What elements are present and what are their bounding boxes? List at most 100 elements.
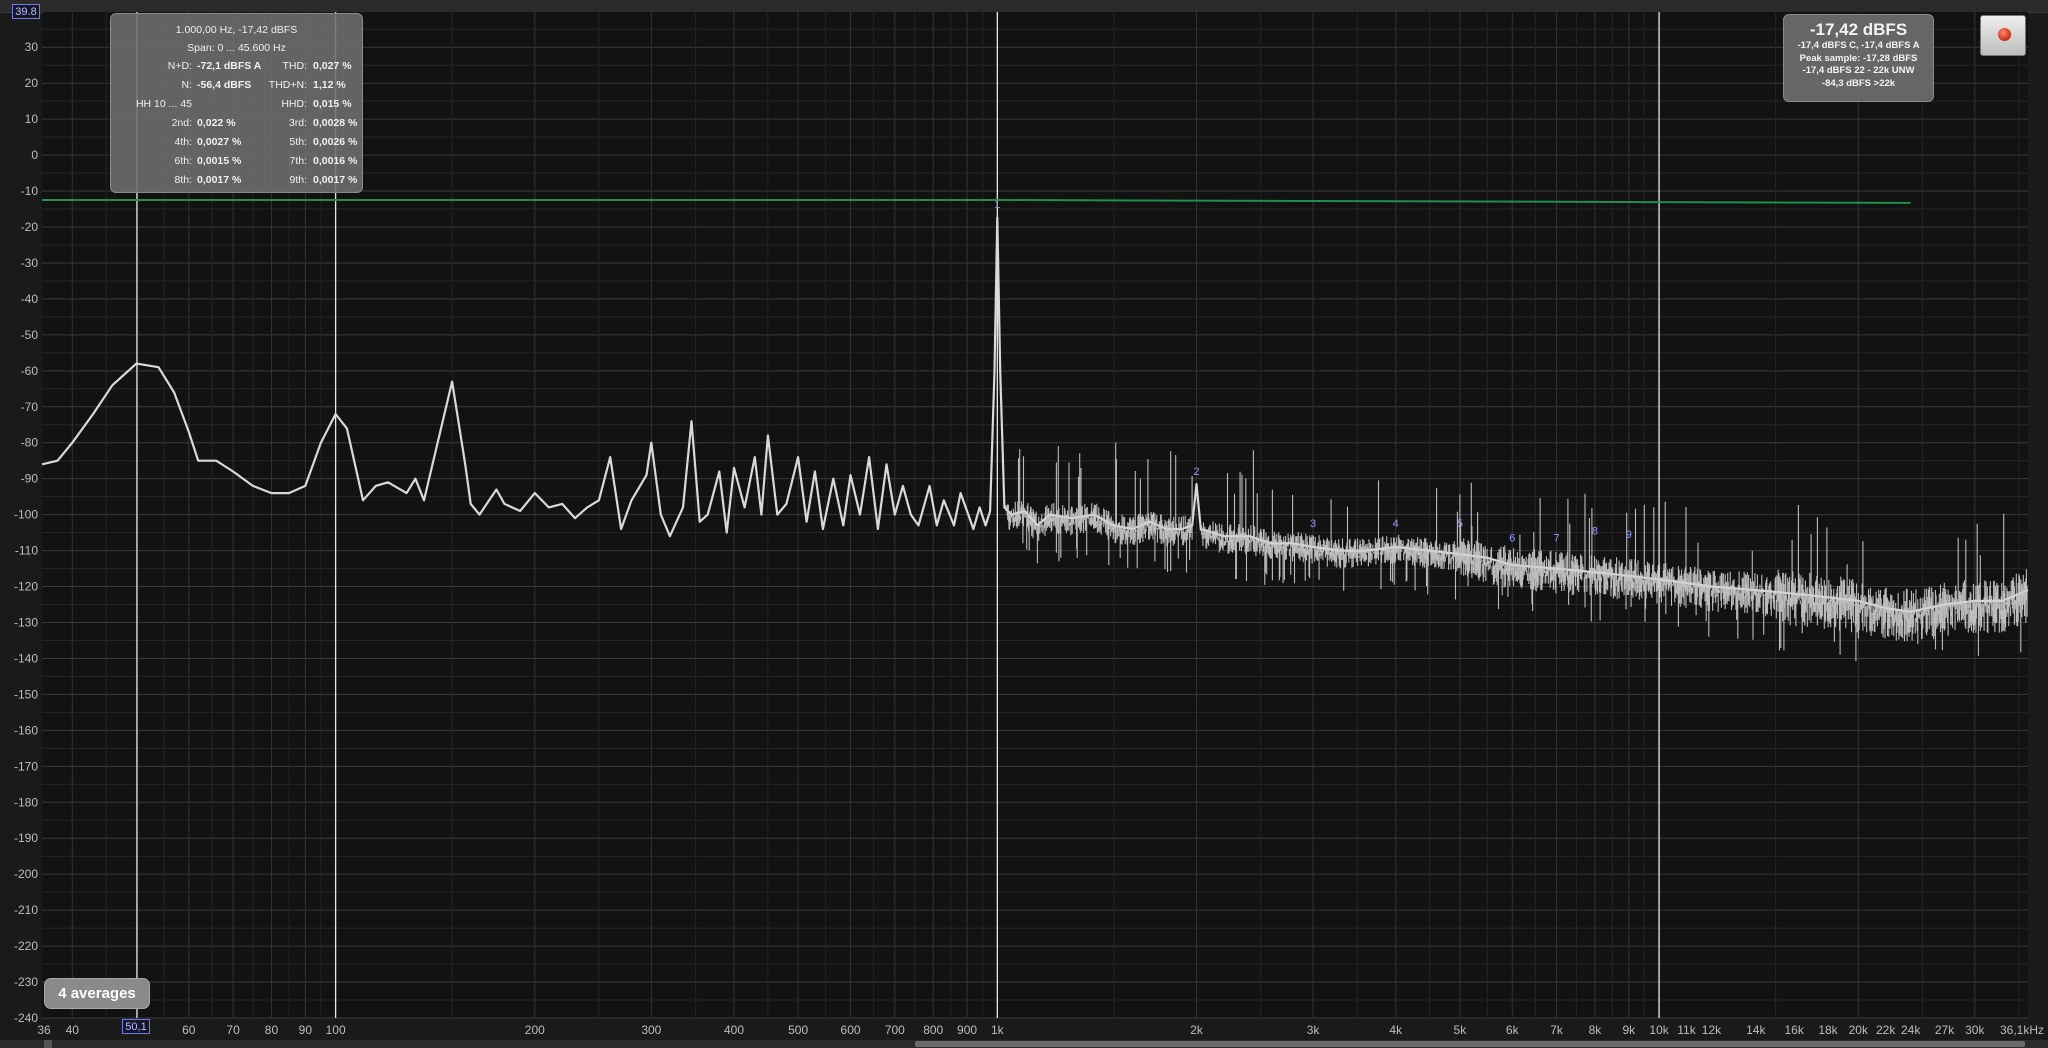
level-readout-box: -17,42 dBFS -17,4 dBFS C, -17,4 dBFS A P… (1783, 14, 1934, 102)
level-line: -17,4 dBFS 22 - 22k UNW (1802, 65, 1915, 76)
info-key: THD: (282, 60, 308, 72)
y-tick-label: -90 (21, 472, 39, 486)
x-tick-label: 90 (299, 1023, 313, 1037)
x-tick-label: 600 (841, 1023, 861, 1037)
level-main-value: -17,42 dBFS (1809, 20, 1908, 39)
info-row: 8th: 0,0017 % 9th: 0,0017 % (111, 171, 362, 190)
x-tick-label: 300 (641, 1023, 661, 1037)
horizontal-scrollbar[interactable] (0, 1040, 2048, 1048)
info-key: 2nd: (171, 117, 192, 129)
harmonic-marker-label: 6 (1509, 533, 1515, 545)
info-key: THD+N: (268, 79, 307, 91)
info-value: 0,0015 % (197, 155, 242, 167)
y-tick-label: -60 (21, 364, 39, 378)
y-tick-label: 10 (25, 112, 39, 126)
info-row: 6th: 0,0015 % 7th: 0,0016 % (111, 152, 362, 171)
info-key: 8th: (174, 174, 192, 186)
x-tick-label: 5k (1454, 1023, 1468, 1037)
info-key: 7th: (289, 155, 307, 167)
level-line: Peak sample: -17,28 dBFS (1799, 52, 1918, 64)
harmonic-marker-label: 4 (1393, 518, 1399, 530)
info-key: 4th: (174, 136, 192, 148)
y-axis-top-value[interactable]: 39.8 (12, 4, 40, 19)
info-title: 1.000,00 Hz, -17,42 dBFS (175, 24, 298, 36)
x-tick-label: 100 (326, 1023, 346, 1037)
info-row: HH 10 ... 45 HHD: 0,015 % (111, 95, 362, 114)
y-tick-label: -50 (21, 328, 39, 342)
distortion-info-box: 1.000,00 Hz, -17,42 dBFS Span: 0 ... 45.… (110, 13, 363, 193)
info-value: 0,0017 % (313, 174, 358, 186)
x-tick-label: 6k (1506, 1023, 1520, 1037)
level-line: -84,3 dBFS >22k (1821, 77, 1896, 89)
y-tick-label: -230 (14, 975, 38, 989)
info-key: 6th: (174, 155, 192, 167)
x-tick-label: 27k (1935, 1023, 1955, 1037)
x-tick-label: 1k (991, 1023, 1005, 1037)
y-tick-label: 30 (25, 40, 39, 54)
x-tick-label: 60 (182, 1023, 196, 1037)
x-tick-label: 900 (957, 1023, 977, 1037)
scrollbar-thumb[interactable] (915, 1041, 2025, 1047)
x-tick-label: 70 (226, 1023, 240, 1037)
harmonic-marker-label: 9 (1626, 529, 1632, 541)
x-tick-label: 20k (1849, 1023, 1869, 1037)
y-tick-label: -210 (14, 903, 38, 917)
info-row: 4th: 0,0027 % 5th: 0,0026 % (111, 133, 362, 152)
info-value: 0,0028 % (313, 117, 358, 129)
harmonic-marker-label: 7 (1554, 533, 1560, 545)
x-tick-label: 500 (788, 1023, 808, 1037)
info-span: Span: 0 ... 45.600 Hz (187, 42, 286, 54)
x-tick-label: 10k (1649, 1023, 1669, 1037)
y-tick-label: -200 (14, 867, 38, 881)
record-icon (1998, 28, 2011, 41)
x-tick-label: 11k (1677, 1023, 1696, 1037)
info-value: 0,015 % (313, 98, 352, 110)
harmonic-marker-label: 2 (1193, 466, 1199, 478)
harmonic-marker-label: 5 (1457, 518, 1463, 530)
info-key: N: (181, 79, 193, 91)
info-value: 1,12 % (313, 79, 346, 91)
x-cursor-readout[interactable]: 50,1 (122, 1019, 150, 1034)
y-tick-label: -130 (14, 616, 38, 630)
x-tick-label: 30k (1965, 1023, 1985, 1037)
x-tick-label: 4k (1389, 1023, 1403, 1037)
y-tick-label: -40 (21, 292, 39, 306)
info-key: HHD: (281, 98, 307, 110)
x-axis-labels: 36 40 60 70 80 90 100 200 300 400 500 600 700 800 900 1… (37, 1023, 2044, 1037)
y-tick-label: -140 (14, 651, 38, 665)
x-tick-label: 200 (525, 1023, 545, 1037)
level-line: -17,4 dBFS C, -17,4 dBFS A (1797, 40, 1920, 51)
info-value: 0,022 % (197, 117, 236, 129)
x-tick-label: 3k (1307, 1023, 1321, 1037)
y-tick-label: -120 (14, 580, 38, 594)
x-tick-label: 7k (1550, 1023, 1564, 1037)
x-tick-label: 40 (66, 1023, 80, 1037)
info-key: N+D: (167, 60, 192, 72)
x-tick-label: 12k (1702, 1023, 1722, 1037)
info-row: N: -56,4 dBFS THD+N: 1,12 % (111, 76, 362, 95)
record-button[interactable] (1980, 15, 2026, 56)
harmonic-marker-label: 8 (1592, 525, 1598, 537)
info-value: -56,4 dBFS (197, 79, 252, 91)
x-tick-label: 800 (923, 1023, 943, 1037)
info-value: 0,0026 % (313, 136, 358, 148)
info-value: 0,027 % (313, 60, 352, 72)
y-tick-label: -190 (14, 831, 38, 845)
averages-button[interactable]: 4 averages (44, 978, 150, 1009)
x-tick-label: 36 (37, 1023, 51, 1037)
x-tick-label: 22k (1876, 1023, 1896, 1037)
x-tick-label: 16k (1784, 1023, 1804, 1037)
y-tick-label: -170 (14, 759, 38, 773)
y-tick-label: -20 (21, 220, 39, 234)
y-tick-label: -70 (21, 400, 39, 414)
y-axis-labels: 30 20 10 0 -10 -20 -30 -40 -50 -60 -70 -80 -90 -100 -1… (14, 40, 38, 1025)
y-tick-label: -10 (21, 184, 39, 198)
y-tick-label: -150 (14, 687, 38, 701)
info-value: 0,0016 % (313, 155, 358, 167)
x-tick-label: 8k (1589, 1023, 1603, 1037)
y-tick-label: -110 (15, 544, 38, 558)
y-tick-label: 0 (31, 148, 38, 162)
y-tick-label: -160 (14, 723, 38, 737)
x-tick-label: 400 (724, 1023, 744, 1037)
scroll-left-arrow[interactable] (44, 1040, 52, 1048)
